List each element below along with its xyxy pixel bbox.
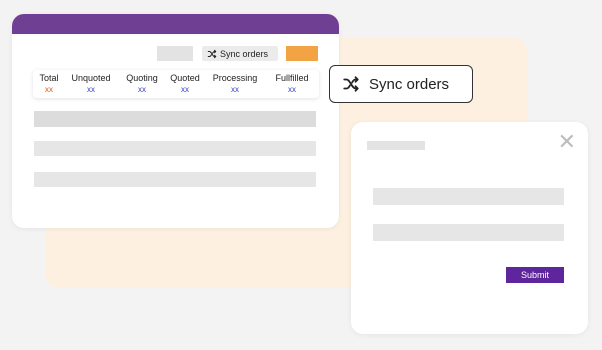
stat-value: xx [231,85,239,94]
stat-unquoted[interactable]: Unquoted xx [69,73,113,94]
sync-orders-button[interactable]: Sync orders [202,46,278,61]
shuffle-icon [343,76,359,92]
toolbar: Sync orders [12,46,339,62]
card-header-bar [12,14,339,34]
stat-value: xx [288,85,296,94]
sync-orders-label: Sync orders [220,48,269,59]
dialog-input-placeholder[interactable] [373,188,564,205]
stat-value: xx [138,85,146,94]
stat-processing[interactable]: Processing xx [210,73,260,94]
primary-action-button[interactable] [286,46,318,61]
stat-quoted[interactable]: Quoted xx [167,73,203,94]
stat-label: Quoted [170,73,200,83]
dialog-title-placeholder [367,141,425,150]
close-icon[interactable]: ✕ [558,131,576,153]
stat-label: Unquoted [71,73,111,83]
submit-button[interactable]: Submit [506,267,564,283]
stat-quoting[interactable]: Quoting xx [123,73,161,94]
list-row-placeholder[interactable] [34,141,316,156]
list-row-placeholder[interactable] [34,111,316,127]
stat-label: Total [39,73,59,83]
stat-value: xx [87,85,95,94]
stat-label: Quoting [126,73,158,83]
list-row-placeholder[interactable] [34,172,316,187]
stat-fullfilled[interactable]: Fullfilled xx [269,73,315,94]
orders-card: Sync orders Total xx Unquoted xx Quoting… [12,14,339,228]
stat-label: Fullfilled [275,73,309,83]
toolbar-placeholder[interactable] [157,46,193,61]
stat-value: xx [45,85,53,94]
sync-orders-callout-label: Sync orders [369,75,450,93]
stat-total[interactable]: Total xx [38,73,60,94]
stat-value: xx [181,85,189,94]
sync-dialog: ✕ Submit [351,122,588,334]
dialog-input-placeholder[interactable] [373,224,564,241]
shuffle-icon [207,49,217,58]
order-status-summary: Total xx Unquoted xx Quoting xx Quoted x… [33,70,319,98]
sync-orders-callout-button[interactable]: Sync orders [329,65,473,103]
stat-label: Processing [212,73,258,83]
